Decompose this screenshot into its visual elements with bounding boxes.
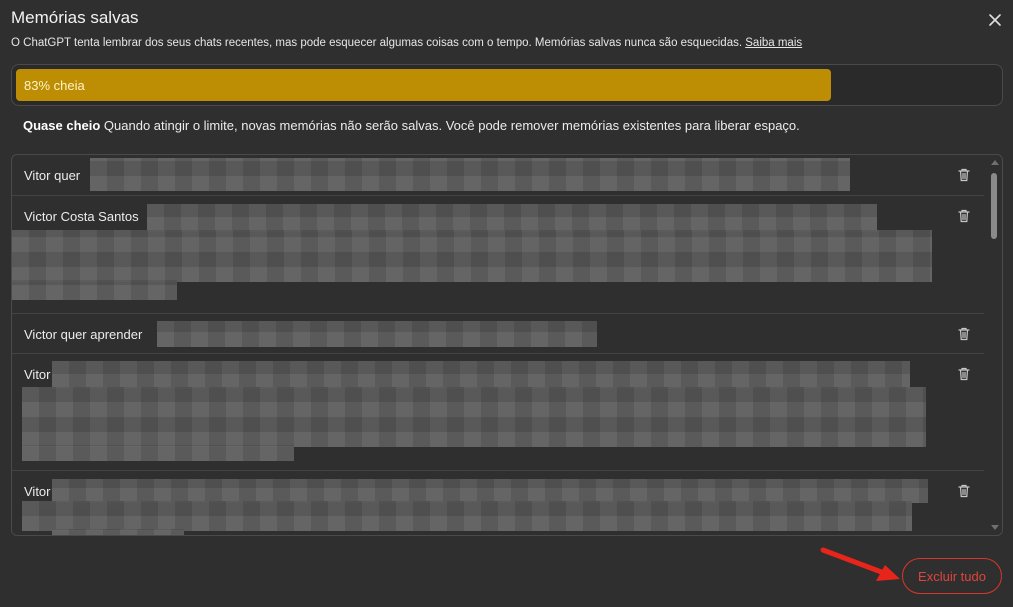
capacity-warning: Quase cheio Quando atingir o limite, nov… (23, 118, 800, 133)
memory-item: Vitor quer (12, 155, 984, 196)
memory-item: Vitor (12, 354, 984, 471)
dialog-subtitle: O ChatGPT tenta lembrar dos seus chats r… (11, 37, 802, 49)
warning-text: Quando atingir o limite, novas memórias … (100, 118, 800, 133)
memory-text: Victor Costa Santos (24, 209, 139, 224)
red-arrow-icon (820, 547, 900, 581)
redacted-content (22, 501, 912, 531)
trash-icon[interactable] (956, 366, 972, 382)
trash-icon[interactable] (956, 167, 972, 183)
redacted-content (22, 445, 294, 461)
memory-list-scrollbar[interactable] (988, 155, 1002, 535)
trash-icon[interactable] (956, 208, 972, 224)
redacted-content (22, 387, 926, 447)
memory-item: Vitor (12, 471, 984, 535)
memory-text: Vitor (24, 367, 51, 382)
memory-item: Victor quer aprender (12, 314, 984, 354)
scroll-up-arrow-icon[interactable] (991, 160, 999, 165)
redacted-content (52, 479, 928, 503)
delete-all-button[interactable]: Excluir tudo (902, 558, 1002, 594)
close-icon (989, 14, 1001, 26)
scrollbar-thumb[interactable] (991, 173, 997, 239)
memory-item: Victor Costa Santos (12, 196, 984, 314)
memory-text: Victor quer aprender (24, 327, 143, 342)
subtitle-text: O ChatGPT tenta lembrar dos seus chats r… (11, 37, 743, 49)
memory-usage-bar: 83% cheia (11, 64, 1003, 106)
redacted-content (52, 529, 184, 535)
redacted-content (12, 230, 932, 282)
redacted-content (147, 204, 877, 232)
trash-icon[interactable] (956, 326, 972, 342)
redacted-content (52, 361, 910, 389)
memory-usage-label: 83% cheia (24, 77, 85, 93)
close-button[interactable] (985, 10, 1005, 30)
dialog-title: Memórias salvas (11, 8, 139, 27)
memory-list[interactable]: Vitor quer Victor Costa Santos Victor qu… (11, 154, 1003, 536)
memory-usage-fill: 83% cheia (16, 69, 831, 101)
memory-text: Vitor quer (24, 168, 81, 183)
redacted-content (12, 280, 177, 300)
trash-icon[interactable] (956, 483, 972, 499)
memory-text: Vitor (24, 484, 51, 499)
scroll-down-arrow-icon[interactable] (991, 525, 999, 530)
warning-title: Quase cheio (23, 118, 101, 133)
redacted-content (157, 321, 597, 347)
learn-more-link[interactable]: Saiba mais (745, 37, 802, 49)
redacted-content (90, 158, 850, 191)
